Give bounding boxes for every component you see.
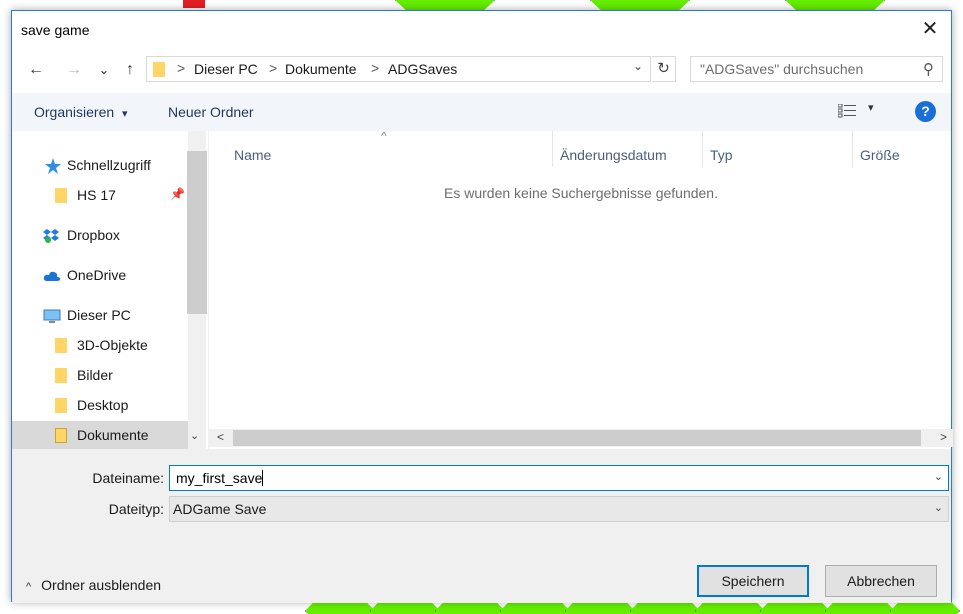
close-icon[interactable]: ✕ (915, 18, 945, 42)
save-button[interactable]: Speichern (697, 565, 809, 597)
hide-folders-toggle[interactable]: ^ Ordner ausblenden (26, 577, 161, 593)
board-red-piece (183, 0, 205, 8)
hide-folders-label: Ordner ausblenden (41, 577, 162, 593)
nav-item-dokumente[interactable]: Dokumente (12, 421, 188, 449)
column-header-type[interactable]: Typ (710, 147, 733, 163)
search-icon: ⚲ (923, 61, 934, 78)
address-bar[interactable]: > Dieser PC > Dokumente > ADGSaves ⌄ (146, 56, 651, 82)
filetype-select[interactable]: ADGame Save ⌄ (169, 496, 949, 522)
scroll-down-icon[interactable]: ⌄ (190, 429, 199, 442)
folder-icon (55, 368, 67, 383)
nav-item-hs17[interactable]: HS 17 📌 (12, 181, 188, 211)
search-placeholder: "ADGSaves" durchsuchen (700, 61, 864, 77)
filename-input[interactable]: my_first_save ⌄ (169, 465, 949, 491)
nav-item-label: Bilder (77, 367, 113, 383)
folder-icon (55, 338, 67, 353)
nav-item-label: Schnellzugriff (67, 157, 151, 173)
chevron-down-icon[interactable]: ⌄ (934, 470, 943, 483)
column-header-size[interactable]: Größe (860, 147, 900, 163)
organize-label: Organisieren (34, 104, 115, 120)
document-folder-icon (55, 428, 67, 443)
nav-item-label: HS 17 (77, 187, 116, 203)
help-icon[interactable]: ? (915, 101, 936, 122)
folder-icon (55, 188, 67, 203)
breadcrumb-adgsaves[interactable]: ADGSaves (388, 61, 457, 77)
save-dialog: save game ✕ ← → ⌄ ↑ > Dieser PC > Dokume… (11, 10, 953, 603)
pin-icon: 📌 (170, 187, 185, 201)
breadcrumb-dokumente[interactable]: Dokumente (285, 61, 357, 77)
filename-value: my_first_save (176, 470, 264, 486)
nav-item-label: Desktop (77, 397, 129, 413)
chevron-right-icon[interactable]: > (269, 60, 277, 76)
nav-item-dropbox[interactable]: Dropbox (12, 221, 188, 251)
chevron-down-icon[interactable]: ⌄ (934, 501, 943, 514)
nav-item-label: OneDrive (67, 267, 127, 283)
column-divider[interactable] (852, 131, 853, 167)
scroll-left-icon[interactable]: < (217, 430, 224, 444)
dropbox-icon (43, 229, 59, 243)
nav-item-dieser-pc[interactable]: Dieser PC (12, 301, 188, 331)
navigation-pane: Schnellzugriff HS 17 📌 Dropbox OneDrive (12, 131, 208, 449)
new-folder-button[interactable]: Neuer Ordner (168, 104, 254, 120)
organize-button[interactable]: Organisieren ▾ (34, 104, 128, 120)
view-dropdown-icon[interactable]: ▾ (868, 101, 874, 114)
column-header-date[interactable]: Änderungsdatum (560, 147, 667, 163)
scroll-right-icon[interactable]: > (940, 430, 947, 444)
breadcrumb-dieser-pc[interactable]: Dieser PC (194, 61, 258, 77)
nav-item-desktop[interactable]: Desktop (12, 391, 188, 421)
back-arrow-icon[interactable]: ← (23, 58, 49, 82)
navigation-bar: ← → ⌄ ↑ > Dieser PC > Dokumente > ADGSav… (12, 53, 951, 87)
chevron-right-icon[interactable]: > (371, 60, 379, 76)
nav-item-label: Dokumente (77, 427, 149, 443)
filetype-value: ADGame Save (173, 501, 267, 517)
nav-item-label: 3D-Objekte (77, 337, 148, 353)
recent-locations-chevron-icon[interactable]: ⌄ (91, 58, 117, 82)
filetype-label: Dateityp: (108, 501, 164, 517)
filename-label: Dateiname: (92, 470, 164, 486)
horizontal-scrollbar-thumb[interactable] (233, 430, 921, 446)
folder-icon (153, 62, 165, 77)
save-form: Dateiname: my_first_save ⌄ Dateityp: ADG… (12, 449, 951, 603)
column-divider[interactable] (702, 131, 703, 167)
cloud-icon (43, 271, 61, 281)
dialog-title: save game (21, 22, 90, 38)
up-arrow-icon[interactable]: ↑ (117, 58, 143, 82)
chevron-down-icon[interactable]: ⌄ (630, 59, 646, 73)
title-bar: save game ✕ (12, 11, 951, 49)
nav-item-3d-objekte[interactable]: 3D-Objekte (12, 331, 188, 361)
star-icon (45, 158, 61, 174)
horizontal-scrollbar[interactable]: < > (209, 429, 953, 447)
nav-item-onedrive[interactable]: OneDrive (12, 261, 188, 291)
view-options-icon[interactable] (838, 104, 856, 118)
caret-down-icon: ▾ (122, 108, 128, 120)
nav-item-label: Dropbox (67, 227, 120, 243)
file-list: ^ Name Änderungsdatum Typ Größe Es wurde… (208, 129, 953, 449)
search-input[interactable]: "ADGSaves" durchsuchen ⚲ (690, 56, 943, 82)
nav-item-label: Dieser PC (67, 307, 131, 323)
nav-item-schnellzugriff[interactable]: Schnellzugriff (12, 151, 188, 181)
chevron-up-icon: ^ (26, 581, 32, 593)
chevron-right-icon: > (177, 60, 186, 76)
folder-icon (55, 398, 67, 413)
computer-icon (43, 309, 61, 323)
cancel-button[interactable]: Abbrechen (825, 565, 937, 597)
nav-item-bilder[interactable]: Bilder (12, 361, 188, 391)
forward-arrow-icon[interactable]: → (61, 58, 87, 82)
sort-ascending-icon: ^ (381, 129, 387, 143)
column-header-name[interactable]: Name (234, 147, 271, 163)
refresh-icon[interactable]: ↻ (652, 56, 676, 82)
column-divider[interactable] (552, 131, 553, 167)
navpane-scrollbar-thumb[interactable] (187, 151, 207, 314)
command-toolbar: Organisieren ▾ Neuer Ordner ▾ ? (12, 93, 951, 131)
empty-results-message: Es wurden keine Suchergebnisse gefunden. (444, 185, 718, 201)
